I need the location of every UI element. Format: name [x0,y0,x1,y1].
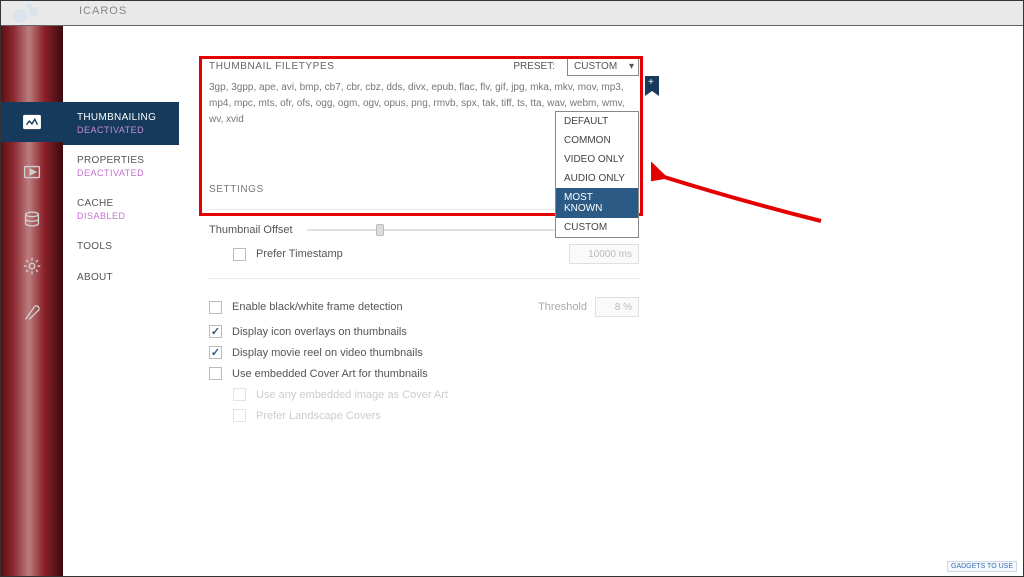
sidebar-rail [1,26,63,576]
prefer-timestamp-checkbox[interactable] [233,248,246,261]
sidebar-item-properties[interactable]: PROPERTIES DEACTIVATED [63,145,179,188]
landscape-label: Prefer Landscape Covers [256,410,381,422]
cache-icon[interactable] [1,199,63,239]
sidebar-item-label: TOOLS [77,241,167,252]
sidebar-item-status: DEACTIVATED [77,125,167,135]
preset-option-default[interactable]: DEFAULT [556,112,638,131]
timestamp-input[interactable]: 10000 ms [569,244,639,264]
threshold-input[interactable]: 8 % [595,297,639,317]
preset-select-value: CUSTOM [574,61,617,72]
sidebar-item-status: DISABLED [77,211,167,221]
icon-overlays-checkbox[interactable] [209,325,222,338]
landscape-checkbox [233,409,246,422]
preset-option-audio-only[interactable]: AUDIO ONLY [556,169,638,188]
any-image-checkbox [233,388,246,401]
sidebar-item-label: ABOUT [77,272,167,283]
movie-reel-checkbox[interactable] [209,346,222,359]
preset-option-video-only[interactable]: VIDEO ONLY [556,150,638,169]
preset-option-custom[interactable]: CUSTOM [556,218,638,237]
watermark: GADGETS TO USE [947,561,1017,572]
preset-option-common[interactable]: COMMON [556,131,638,150]
prefer-timestamp-label: Prefer Timestamp [256,248,343,260]
icon-overlays-label: Display icon overlays on thumbnails [232,326,407,338]
any-image-label: Use any embedded image as Cover Art [256,389,448,401]
thumbnailing-icon[interactable] [1,102,63,142]
movie-reel-label: Display movie reel on video thumbnails [232,347,423,359]
sidebar-item-label: THUMBNAILING [77,112,167,123]
sidebar-item-label: CACHE [77,198,167,209]
cover-art-checkbox[interactable] [209,367,222,380]
chevron-down-icon: ▾ [629,61,634,72]
about-icon[interactable] [1,293,63,333]
frame-detection-checkbox[interactable] [209,301,222,314]
sidebar-item-cache[interactable]: CACHE DISABLED [63,188,179,231]
preset-dropdown: DEFAULT COMMON VIDEO ONLY AUDIO ONLY MOS… [555,111,639,238]
app-logo-icon [11,3,41,23]
threshold-label: Threshold [538,301,587,313]
sidebar-item-status: DEACTIVATED [77,168,167,178]
sidebar-item-tools[interactable]: TOOLS [63,231,179,262]
thumbnail-offset-label: Thumbnail Offset [209,224,293,236]
tools-icon[interactable] [1,246,63,286]
main-content: THUMBNAIL FILETYPES PRESET: CUSTOM ▾ DEF… [179,26,1023,576]
app-title: ICAROS [79,5,127,17]
sidebar-item-label: PROPERTIES [77,155,167,166]
sidebar-item-about[interactable]: ABOUT [63,262,179,293]
bookmark-add-icon[interactable] [645,76,659,96]
thumbnail-offset-slider[interactable] [307,229,585,231]
properties-icon[interactable] [1,152,63,192]
preset-select[interactable]: CUSTOM ▾ [567,56,639,76]
sidebar-item-thumbnailing[interactable]: THUMBNAILING DEACTIVATED [63,102,179,145]
preset-option-most-known[interactable]: MOST KNOWN [556,188,638,218]
cover-art-label: Use embedded Cover Art for thumbnails [232,368,428,380]
title-bar: ICAROS [1,1,1023,26]
preset-label: PRESET: [513,61,555,72]
filetypes-header: THUMBNAIL FILETYPES [209,61,335,72]
sidebar: THUMBNAILING DEACTIVATED PROPERTIES DEAC… [63,26,179,576]
frame-detection-label: Enable black/white frame detection [232,301,403,313]
